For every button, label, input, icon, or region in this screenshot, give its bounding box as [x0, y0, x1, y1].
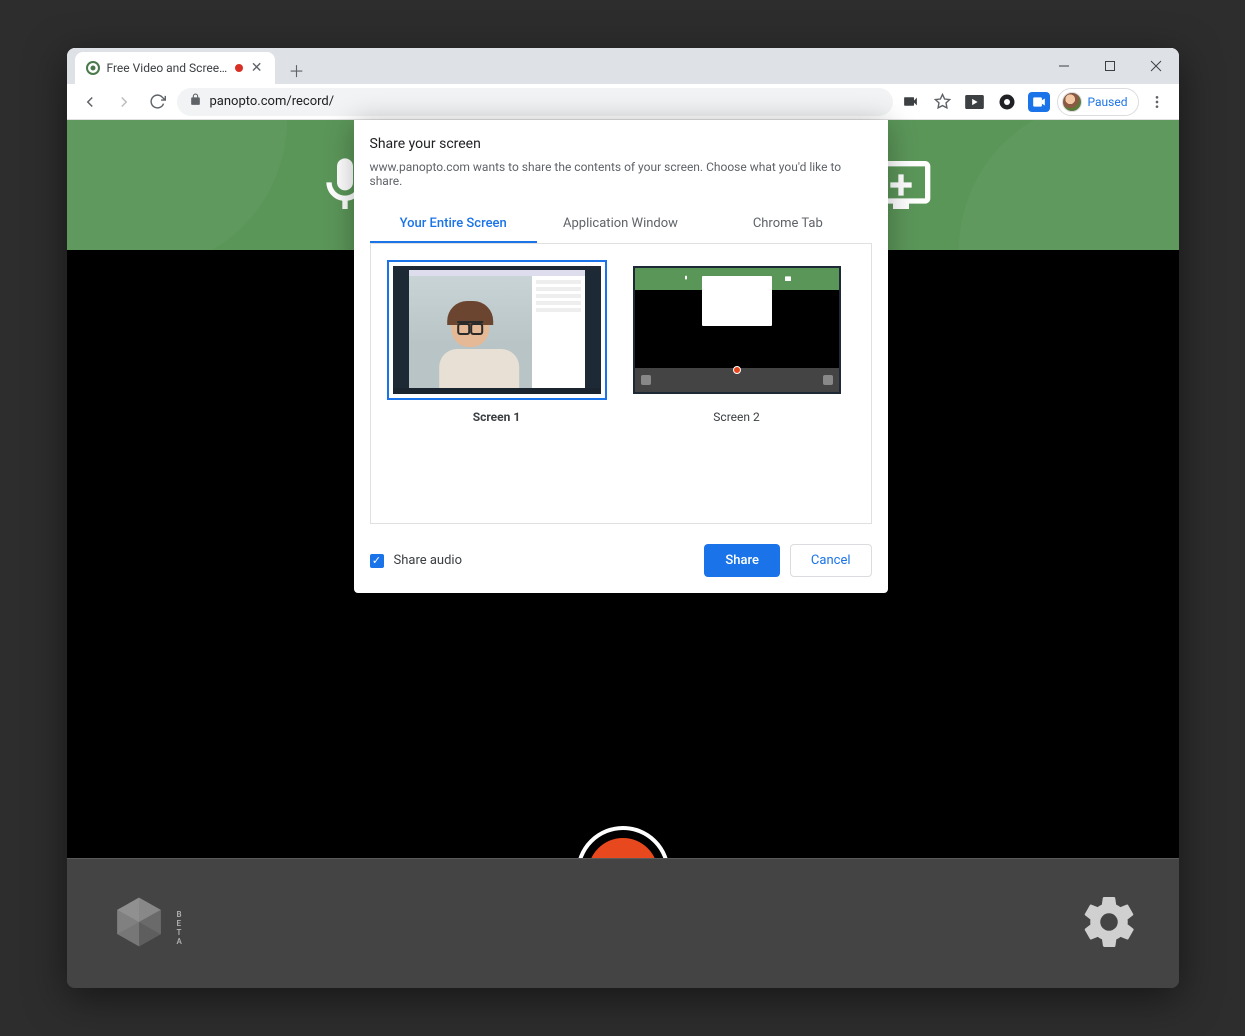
window-controls	[1041, 48, 1179, 84]
minimize-button[interactable]	[1041, 48, 1087, 84]
page-content: Share your screen www.panopto.com wants …	[67, 120, 1179, 988]
screen-option-2[interactable]: Screen 2	[627, 260, 847, 424]
extension-cast-icon[interactable]	[961, 88, 989, 116]
url-text: panopto.com/record/	[210, 94, 335, 109]
tab-chrome-tab[interactable]: Chrome Tab	[704, 206, 871, 243]
profile-status: Paused	[1088, 95, 1128, 109]
share-audio-row: ✓ Share audio	[370, 553, 463, 568]
close-tab-icon[interactable]: ✕	[249, 60, 265, 76]
profile-chip[interactable]: Paused	[1057, 88, 1139, 116]
panopto-favicon-icon	[85, 60, 101, 76]
panopto-logo-icon	[107, 890, 171, 954]
bottom-control-bar: BETA	[67, 858, 1179, 988]
omnibox[interactable]: panopto.com/record/	[177, 88, 893, 116]
screen-2-thumbnail	[633, 266, 841, 394]
share-audio-label: Share audio	[394, 553, 463, 568]
share-screen-dialog: Share your screen www.panopto.com wants …	[354, 120, 888, 593]
tab-entire-screen[interactable]: Your Entire Screen	[370, 206, 537, 243]
dialog-description: www.panopto.com wants to share the conte…	[370, 160, 872, 188]
camera-indicator-icon[interactable]	[897, 88, 925, 116]
forward-button[interactable]	[109, 87, 139, 117]
screen-2-label: Screen 2	[627, 410, 847, 424]
reload-button[interactable]	[143, 87, 173, 117]
extension-meet-icon[interactable]	[1025, 88, 1053, 116]
dialog-header: Share your screen www.panopto.com wants …	[354, 120, 888, 196]
tab-title: Free Video and Screen Reco	[107, 61, 229, 75]
new-tab-button[interactable]: ＋	[283, 56, 311, 84]
screen-1-thumbnail	[393, 266, 601, 394]
panopto-logo: BETA	[107, 890, 171, 958]
dialog-footer: ✓ Share audio Share Cancel	[354, 524, 888, 593]
screen-option-1[interactable]: Screen 1	[387, 260, 607, 424]
address-bar: panopto.com/record/ Paused	[67, 84, 1179, 120]
back-button[interactable]	[75, 87, 105, 117]
lock-icon	[189, 93, 202, 110]
chrome-menu-icon[interactable]	[1143, 88, 1171, 116]
settings-button[interactable]	[1079, 892, 1139, 956]
extension-circled-icon[interactable]	[993, 88, 1021, 116]
maximize-button[interactable]	[1087, 48, 1133, 84]
recording-indicator-icon	[235, 64, 243, 72]
beta-label: BETA	[177, 910, 183, 946]
tab-bar: Free Video and Screen Reco ✕ ＋	[67, 48, 1179, 84]
profile-avatar-icon	[1062, 92, 1082, 112]
tab-application-window[interactable]: Application Window	[537, 206, 704, 243]
dialog-tabs: Your Entire Screen Application Window Ch…	[370, 206, 872, 244]
cancel-button[interactable]: Cancel	[790, 544, 872, 577]
dialog-title: Share your screen	[370, 136, 872, 152]
address-actions: Paused	[897, 88, 1171, 116]
browser-tab[interactable]: Free Video and Screen Reco ✕	[75, 52, 275, 84]
browser-window: Free Video and Screen Reco ✕ ＋ panopto.c…	[67, 48, 1179, 988]
screen-1-label: Screen 1	[387, 410, 607, 424]
close-window-button[interactable]	[1133, 48, 1179, 84]
gear-icon	[1079, 892, 1139, 952]
share-button[interactable]: Share	[704, 544, 780, 577]
bookmark-star-icon[interactable]	[929, 88, 957, 116]
dialog-body: Screen 1	[370, 244, 872, 524]
share-audio-checkbox[interactable]: ✓	[370, 554, 384, 568]
